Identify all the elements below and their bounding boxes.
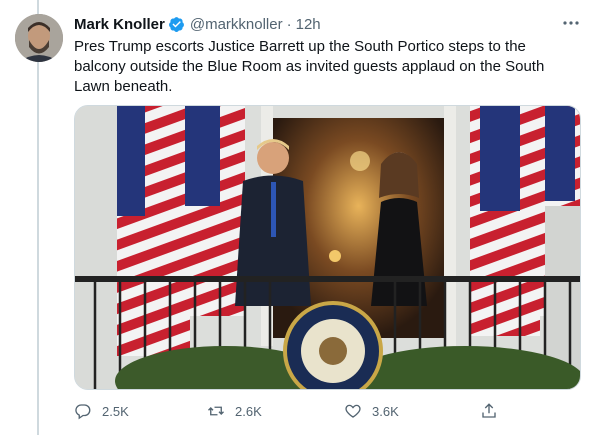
photo-balcony-scene xyxy=(75,106,580,389)
separator-dot: · xyxy=(286,15,292,33)
verified-badge-icon xyxy=(168,16,184,32)
share-icon xyxy=(482,403,496,418)
reply-icon xyxy=(75,404,91,420)
ellipsis-icon xyxy=(563,21,579,25)
display-name[interactable]: Mark Knoller xyxy=(74,16,165,33)
thread-connector-line xyxy=(37,0,39,435)
avatar[interactable] xyxy=(15,14,63,62)
tweet-actions: 2.5K 2.6K 3.6K xyxy=(74,398,504,424)
retweet-count: 2.6K xyxy=(235,403,262,419)
retweet-icon xyxy=(208,406,224,416)
heart-icon xyxy=(345,404,361,418)
reply-button[interactable]: 2.5K xyxy=(74,398,129,424)
avatar-image xyxy=(15,14,63,62)
like-count: 3.6K xyxy=(372,403,399,419)
tweet-text: Pres Trump escorts Justice Barrett up th… xyxy=(74,38,545,95)
like-button[interactable]: 3.6K xyxy=(344,398,399,424)
more-options-button[interactable] xyxy=(559,12,583,34)
handle[interactable]: @markknoller xyxy=(190,16,283,33)
tweet-header: Mark Knoller @markknoller · 12h xyxy=(74,14,321,34)
timestamp[interactable]: 12h xyxy=(296,16,321,33)
retweet-button[interactable]: 2.6K xyxy=(207,398,262,424)
share-button[interactable] xyxy=(480,398,508,424)
tweet-photo[interactable] xyxy=(74,105,581,390)
reply-count: 2.5K xyxy=(102,403,129,419)
